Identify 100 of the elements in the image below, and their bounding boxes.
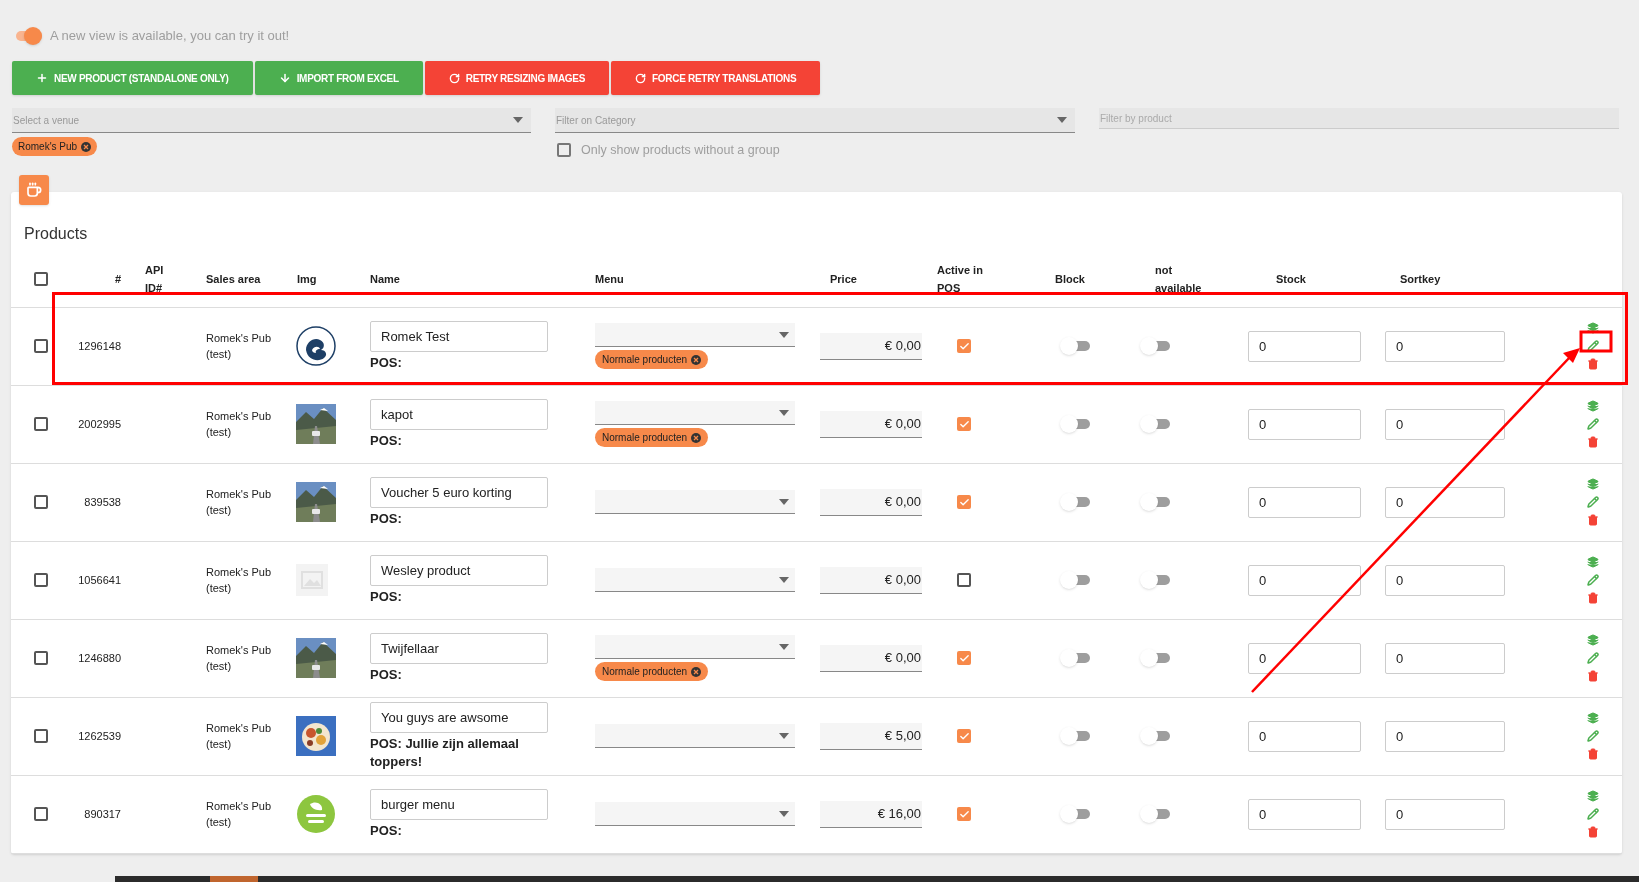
action-button[interactable]: FORCE RETRY TRANSLATIONS <box>611 61 821 95</box>
checkbox[interactable] <box>34 339 48 354</box>
stock-field[interactable]: 0 <box>1248 486 1361 518</box>
menu-select[interactable] <box>595 724 795 749</box>
delete-icon[interactable] <box>1586 826 1599 839</box>
checkbox[interactable] <box>34 417 48 432</box>
name-field[interactable]: kapot <box>370 398 548 430</box>
name-field[interactable]: You guys are awsome <box>370 701 548 733</box>
toggle-switch[interactable] <box>1060 336 1090 357</box>
sortkey-field[interactable]: 0 <box>1385 798 1505 830</box>
edit-icon[interactable] <box>1586 730 1599 743</box>
toggle-switch[interactable] <box>1140 336 1170 357</box>
price-field[interactable]: € 0,00 <box>820 332 922 360</box>
menu-select[interactable] <box>595 802 795 827</box>
layers-icon[interactable] <box>1586 634 1599 647</box>
toggle-switch[interactable] <box>1140 570 1170 591</box>
layers-icon[interactable] <box>1586 712 1599 725</box>
edit-icon[interactable] <box>1586 808 1599 821</box>
menu-select[interactable] <box>595 635 795 660</box>
delete-icon[interactable] <box>1586 748 1599 761</box>
name-field[interactable]: burger menu <box>370 788 548 820</box>
checkbox[interactable] <box>34 729 48 744</box>
column-header: Price <box>830 272 857 288</box>
edit-icon[interactable] <box>1586 340 1599 353</box>
checkbox[interactable] <box>957 651 971 666</box>
menu-select[interactable] <box>595 323 795 348</box>
remove-icon[interactable] <box>691 666 702 677</box>
sortkey-field[interactable]: 0 <box>1385 564 1505 596</box>
remove-icon[interactable] <box>81 141 92 152</box>
layers-icon[interactable] <box>1586 400 1599 413</box>
layers-icon[interactable] <box>1586 556 1599 569</box>
remove-icon[interactable] <box>691 432 702 443</box>
menu-select[interactable] <box>595 401 795 426</box>
toggle-switch[interactable] <box>1140 804 1170 825</box>
toggle-switch[interactable] <box>1060 492 1090 513</box>
toggle-switch[interactable] <box>1140 414 1170 435</box>
sortkey-field[interactable]: 0 <box>1385 720 1505 752</box>
toggle-switch[interactable] <box>1060 414 1090 435</box>
checkbox[interactable] <box>957 729 971 744</box>
toggle-switch[interactable] <box>1140 726 1170 747</box>
price-field[interactable]: € 5,00 <box>820 722 922 750</box>
toggle-switch[interactable] <box>1140 492 1170 513</box>
checkbox[interactable] <box>957 495 971 510</box>
toggle-switch[interactable] <box>1140 648 1170 669</box>
checkbox[interactable] <box>34 495 48 510</box>
stock-field[interactable]: 0 <box>1248 798 1361 830</box>
toggle-switch[interactable] <box>1060 804 1090 825</box>
stock-field[interactable]: 0 <box>1248 564 1361 596</box>
tag-chip[interactable]: Normale producten <box>595 350 709 370</box>
delete-icon[interactable] <box>1586 436 1599 449</box>
checkbox[interactable] <box>34 651 48 666</box>
remove-icon[interactable] <box>691 354 702 365</box>
checkbox[interactable] <box>957 807 971 822</box>
delete-icon[interactable] <box>1586 358 1599 371</box>
checkbox[interactable] <box>34 272 48 287</box>
sortkey-field[interactable]: 0 <box>1385 486 1505 518</box>
column-header: Img <box>297 272 317 288</box>
menu-select[interactable] <box>595 490 795 515</box>
stock-field[interactable]: 0 <box>1248 720 1361 752</box>
price-field[interactable]: € 0,00 <box>820 644 922 672</box>
stock-field[interactable]: 0 <box>1248 642 1361 674</box>
edit-icon[interactable] <box>1586 652 1599 665</box>
layers-icon[interactable] <box>1586 478 1599 491</box>
delete-icon[interactable] <box>1586 670 1599 683</box>
sortkey-field[interactable]: 0 <box>1385 330 1505 362</box>
checkbox[interactable] <box>34 573 48 588</box>
action-button[interactable]: RETRY RESIZING IMAGES <box>424 61 610 95</box>
checkbox[interactable] <box>957 573 971 588</box>
name-field[interactable]: Wesley product <box>370 554 548 586</box>
sortkey-field[interactable]: 0 <box>1385 408 1505 440</box>
tag-chip[interactable]: Normale producten <box>595 662 709 682</box>
price-field[interactable]: € 16,00 <box>820 800 922 828</box>
stock-field[interactable]: 0 <box>1248 408 1361 440</box>
sortkey-field[interactable]: 0 <box>1385 642 1505 674</box>
name-field[interactable]: Twijfellaar <box>370 632 548 664</box>
tag-chip[interactable]: Normale producten <box>595 428 709 448</box>
delete-icon[interactable] <box>1586 592 1599 605</box>
checkbox[interactable] <box>557 143 571 158</box>
menu-select[interactable] <box>595 568 795 593</box>
checkbox[interactable] <box>957 339 971 354</box>
price-field[interactable]: € 0,00 <box>820 566 922 594</box>
toggle-switch[interactable] <box>1060 726 1090 747</box>
edit-icon[interactable] <box>1586 574 1599 587</box>
column-header: Stock <box>1276 272 1306 288</box>
tag-chip[interactable]: Romek's Pub <box>12 137 98 156</box>
name-field[interactable]: Voucher 5 euro korting <box>370 476 548 508</box>
edit-icon[interactable] <box>1586 418 1599 431</box>
price-field[interactable]: € 0,00 <box>820 488 922 516</box>
delete-icon[interactable] <box>1586 514 1599 527</box>
caret-icon <box>779 732 789 739</box>
layers-icon[interactable] <box>1586 790 1599 803</box>
edit-icon[interactable] <box>1586 496 1599 509</box>
checkbox[interactable] <box>34 807 48 822</box>
price-field[interactable]: € 0,00 <box>820 410 922 438</box>
toggle-switch[interactable] <box>1060 648 1090 669</box>
checkbox[interactable] <box>957 417 971 432</box>
product-id: 890317 <box>84 808 121 820</box>
toggle-switch[interactable] <box>1060 570 1090 591</box>
name-field[interactable]: Romek Test <box>370 320 548 352</box>
stock-field[interactable]: 0 <box>1248 330 1361 362</box>
